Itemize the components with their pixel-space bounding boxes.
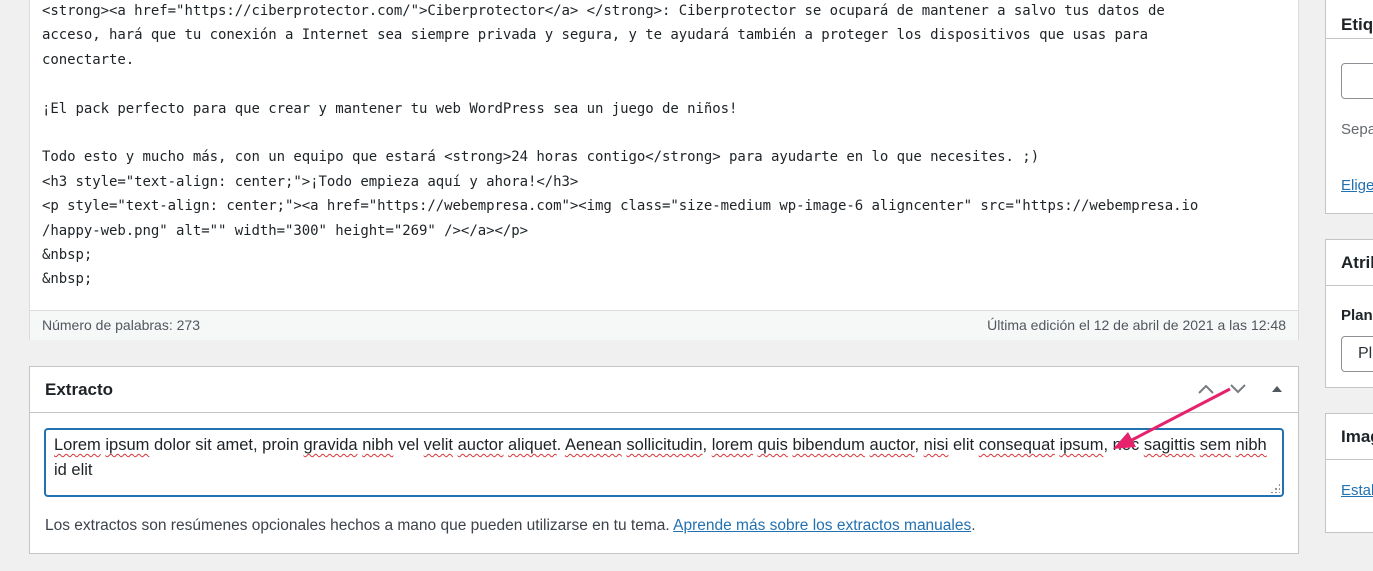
misspelled-word: consequat [978,436,1055,454]
misspelled-word: sagittis [1143,436,1196,454]
code-line: /happy-web.png" alt="" width="300" heigh… [42,222,528,239]
tags-separator-text: Sepa [1341,121,1373,138]
code-line: <h3 style="text-align: center;">¡Todo em… [42,173,579,190]
tags-panel-header: Etiq [1326,0,1373,39]
excerpt-help-text: Los extractos son resúmenes opcionales h… [45,517,674,534]
misspelled-word: Aenean [564,436,622,454]
code-line: &nbsp; [42,271,93,288]
template-label: Plan [1341,307,1373,324]
code-line: &nbsp; [42,246,93,263]
misspelled-word: lorem [711,436,753,454]
tags-panel: Etiq Sepa Elige [1325,0,1373,214]
excerpt-text-segment: dolor sit amet, proin [149,436,304,454]
resize-grip-icon[interactable] [1270,483,1280,493]
excerpt-header: Extracto [30,367,1298,413]
excerpt-help-link[interactable]: Aprende más sobre los extractos manuales [673,517,971,534]
misspelled-word: nibh [1235,436,1267,454]
featured-image-panel-header: Imag [1326,414,1373,460]
misspelled-word: quis [757,436,788,454]
code-line: ¡El pack perfecto para que crear y mante… [42,100,738,117]
code-line: acceso, hará que tu conexión a Internet … [42,27,1148,44]
misspelled-word: ipsum [105,436,150,454]
excerpt-text-segment: , [914,436,924,454]
misspelled-word: sem [1199,436,1231,454]
misspelled-word: bibendum [792,436,865,454]
attributes-panel-title: Atrib [1341,253,1373,272]
excerpt-help-end: . [971,517,976,534]
misspelled-word: gravida [303,436,358,454]
misspelled-word: auctor [869,436,915,454]
excerpt-text: Lorem ipsum dolor sit amet, proin gravid… [54,433,1274,483]
tags-input[interactable] [1341,63,1373,99]
tags-panel-title: Etiq [1341,15,1373,34]
code-textarea[interactable]: <strong><a href="https://ciberprotector.… [42,0,1292,292]
attributes-panel-header: Atrib [1326,240,1373,286]
editor-status-bar: Número de palabras: 273 Última edición e… [30,310,1298,340]
excerpt-title: Extracto [45,380,114,399]
excerpt-text-segment: vel [393,436,424,454]
chevron-up-icon[interactable] [1194,377,1218,401]
excerpt-text-segment: id elit [54,461,93,479]
featured-image-panel-title: Imag [1341,427,1373,446]
misspelled-word: aliquet [508,436,557,454]
excerpt-textarea[interactable]: Lorem ipsum dolor sit amet, proin gravid… [44,428,1284,497]
set-featured-image-link[interactable]: Estab [1341,482,1373,499]
code-editor[interactable]: <strong><a href="https://ciberprotector.… [29,0,1299,340]
misspelled-word: auctor [457,436,504,454]
collapse-triangle-icon[interactable] [1265,377,1289,401]
code-line: <p style="text-align: center;"><a href="… [42,198,1199,215]
code-line: Todo esto y mucho más, con un equipo que… [42,149,1040,166]
excerpt-text-segment: elit [948,436,979,454]
last-edit-info: Última edición el 12 de abril de 2021 a … [987,317,1286,333]
misspelled-word: sollicitudin [626,436,703,454]
excerpt-text-segment: . [556,436,565,454]
misspelled-word: Lorem [54,436,101,454]
tags-choose-link[interactable]: Elige [1341,177,1373,194]
code-line: <strong><a href="https://ciberprotector.… [42,3,1165,19]
excerpt-text-segment: , nec [1103,436,1144,454]
attributes-panel: Atrib Plan Pl [1325,239,1373,388]
template-select-value: Pl [1358,345,1373,362]
excerpt-metabox: Extracto Lorem ipsum dolor sit amet, pro… [29,366,1299,554]
excerpt-help: Los extractos son resúmenes opcionales h… [45,517,976,535]
word-count: Número de palabras: 273 [42,317,200,333]
misspelled-word: velit [423,436,453,454]
chevron-down-icon[interactable] [1226,377,1250,401]
misspelled-word: ipsum [1059,436,1104,454]
misspelled-word: nisi [923,436,949,454]
code-line: conectarte. [42,51,135,68]
misspelled-word: nibh [362,436,394,454]
excerpt-text-segment: , [702,436,712,454]
featured-image-panel: Imag Estab [1325,413,1373,533]
